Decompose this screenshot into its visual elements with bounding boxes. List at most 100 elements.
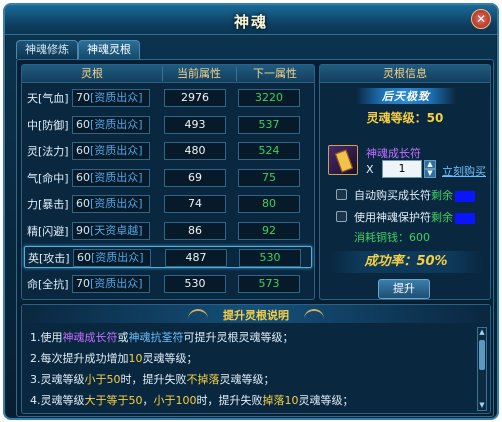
protect-text: 使用神魂保护符 [354, 211, 431, 224]
auto-buy-label: 自动购买成长符剩余 [354, 187, 475, 203]
table-row[interactable]: 中[防御] 60[资质出众] 493 537 [24, 114, 312, 136]
auto-buy-checkbox[interactable] [336, 189, 347, 200]
next-value: 573 [238, 274, 300, 293]
item-name: 神魂成长符 [366, 147, 421, 160]
root-name: 命[全抗] [27, 277, 69, 291]
root-table: 灵根 当前属性 下一属性 天[气血] 70[资质出众] 2976 3220 中[防御] 6… [21, 64, 315, 300]
aptitude-level: 70 [76, 276, 90, 290]
header-next: 下一属性 [253, 67, 297, 80]
header-root: 灵根 [81, 67, 103, 80]
root-name: 精[闪避] [27, 224, 69, 238]
aptitude-grade: [资质出众] [90, 144, 143, 157]
next-value: 3220 [238, 89, 300, 107]
root-info-panel: 灵根信息 后天极致 灵魂等级：50 神魂成长符 X 1 ▲ ▼ 立刻购买 自动购… [319, 64, 491, 300]
current-value: 487 [165, 249, 227, 267]
aptitude-cell: 60[资质出众] [72, 195, 150, 213]
root-name: 中[防御] [27, 118, 69, 132]
next-value: 75 [238, 168, 300, 187]
copper-cost: 消耗铜钱：600 [354, 231, 430, 244]
title-bar[interactable]: 神魂 ✕ [5, 5, 497, 35]
aptitude-grade: [天资卓越] [90, 223, 143, 237]
growth-talisman-icon[interactable] [328, 145, 358, 175]
aptitude-cell: 60[资质出众] [72, 115, 150, 134]
grade-badge: 后天极致 [356, 88, 456, 104]
aptitude-cell: 70[资质出众] [72, 89, 150, 107]
next-value: 537 [238, 115, 300, 134]
current-value: 74 [164, 195, 226, 213]
tab-content: 灵根 当前属性 下一属性 天[气血] 70[资质出众] 2976 3220 中[防御] 6… [16, 59, 494, 417]
scroll-up-icon[interactable]: ▲ [478, 328, 486, 337]
help-line-4: 4.灵魂等级大于等于50，小于100时，提升失败掉落10灵魂等级； [30, 394, 354, 407]
current-value: 493 [164, 115, 226, 134]
table-row[interactable]: 精[闪避] 90[天资卓越] 86 92 [24, 220, 312, 242]
aptitude-level: 60 [76, 117, 90, 131]
aptitude-level: 60 [76, 144, 90, 157]
table-row[interactable]: 力[暴击] 60[资质出众] 74 80 [24, 193, 312, 215]
info-header: 灵根信息 [320, 65, 490, 83]
table-row[interactable]: 灵[法力] 60[资质出众] 480 524 [24, 140, 312, 162]
aptitude-grade: [资质出众] [90, 197, 143, 210]
help-title: 提升灵根说明 [223, 309, 289, 322]
help-line-3: 3.灵魂等级小于50时，提升失败不掉落灵魂等级； [30, 373, 275, 386]
next-value: 530 [239, 249, 301, 267]
auto-buy-remaining: 剩余 [431, 189, 453, 202]
help-line-1: 1.使用神魂成长符或神魂抗荃符可提升灵根灵魂等级； [30, 331, 294, 344]
close-button[interactable]: ✕ [471, 9, 491, 29]
root-name: 英[攻击] [28, 252, 70, 265]
table-row[interactable]: 气[命中] 60[资质出众] 69 75 [24, 167, 312, 189]
auto-buy-text: 自动购买成长符 [354, 189, 431, 202]
help-header: 提升灵根说明 [22, 305, 490, 323]
root-name: 天[气血] [27, 92, 69, 105]
table-row[interactable]: 英[攻击] 60[资质出众] 487 530 [24, 246, 312, 268]
stepper-up-icon[interactable]: ▲ [424, 160, 436, 169]
upgrade-button[interactable]: 提升 [378, 279, 430, 299]
table-row[interactable]: 天[气血] 70[资质出众] 2976 3220 [24, 87, 312, 109]
aptitude-grade: [资质出众] [90, 170, 143, 184]
protect-label: 使用神魂保护符剩余 [354, 209, 475, 225]
aptitude-grade: [资质出众] [90, 117, 143, 131]
scroll-down-icon[interactable]: ▼ [478, 401, 486, 410]
next-value: 80 [238, 195, 300, 213]
root-name: 气[命中] [27, 171, 69, 185]
current-value: 480 [164, 142, 226, 160]
help-panel: 提升灵根说明 1.使用神魂成长符或神魂抗荃符可提升灵根灵魂等级； 2.每次提升成… [21, 304, 491, 414]
aptitude-grade: [资质出众] [90, 91, 143, 104]
aptitude-grade: [资质出众] [91, 251, 144, 264]
tab-spirit-training[interactable]: 神魂修炼 [16, 40, 78, 59]
aptitude-level: 90 [76, 223, 90, 237]
quantity-input[interactable]: 1 [382, 160, 422, 178]
current-value: 69 [164, 168, 226, 187]
current-value: 2976 [164, 89, 226, 107]
spirit-window: 神魂 ✕ 神魂修炼 神魂灵根 灵根 当前属性 下一属性 天[气血] 70[资质出众… [3, 3, 499, 420]
aptitude-cell: 60[资质出众] [72, 168, 150, 187]
quantity-prefix: X [366, 163, 374, 176]
stepper-down-icon[interactable]: ▼ [424, 169, 436, 178]
next-value: 92 [238, 221, 300, 240]
help-scrollbar[interactable]: ▲ ▼ [477, 327, 487, 411]
root-name: 力[暴击] [27, 198, 69, 211]
aptitude-cell: 70[资质出众] [72, 274, 150, 293]
auto-buy-count-box [455, 190, 475, 202]
protect-checkbox[interactable] [336, 211, 347, 222]
buy-now-link[interactable]: 立刻购买 [442, 163, 486, 179]
aptitude-cell: 60[资质出众] [72, 142, 150, 160]
spirit-level: 灵魂等级：50 [366, 111, 444, 125]
aptitude-level: 70 [76, 91, 90, 104]
window-title: 神魂 [233, 13, 268, 31]
protect-count-box [455, 212, 475, 224]
aptitude-cell: 90[天资卓越] [72, 221, 150, 240]
aptitude-grade: [资质出众] [90, 276, 143, 290]
tab-spirit-root[interactable]: 神魂灵根 [78, 40, 140, 59]
scroll-thumb[interactable] [479, 340, 485, 370]
help-line-2: 2.每次提升成功增加10灵魂等级； [30, 352, 198, 365]
protect-remaining: 剩余 [431, 211, 453, 224]
aptitude-level: 60 [76, 170, 90, 184]
aptitude-level: 60 [76, 197, 90, 210]
next-value: 524 [238, 142, 300, 160]
table-header: 灵根 当前属性 下一属性 [22, 65, 314, 83]
table-row[interactable]: 命[全抗] 70[资质出众] 530 573 [24, 273, 312, 295]
aptitude-cell: 60[资质出众] [73, 249, 151, 267]
header-current: 当前属性 [177, 67, 221, 80]
current-value: 530 [164, 274, 226, 293]
quantity-stepper[interactable]: ▲ ▼ [424, 160, 436, 178]
